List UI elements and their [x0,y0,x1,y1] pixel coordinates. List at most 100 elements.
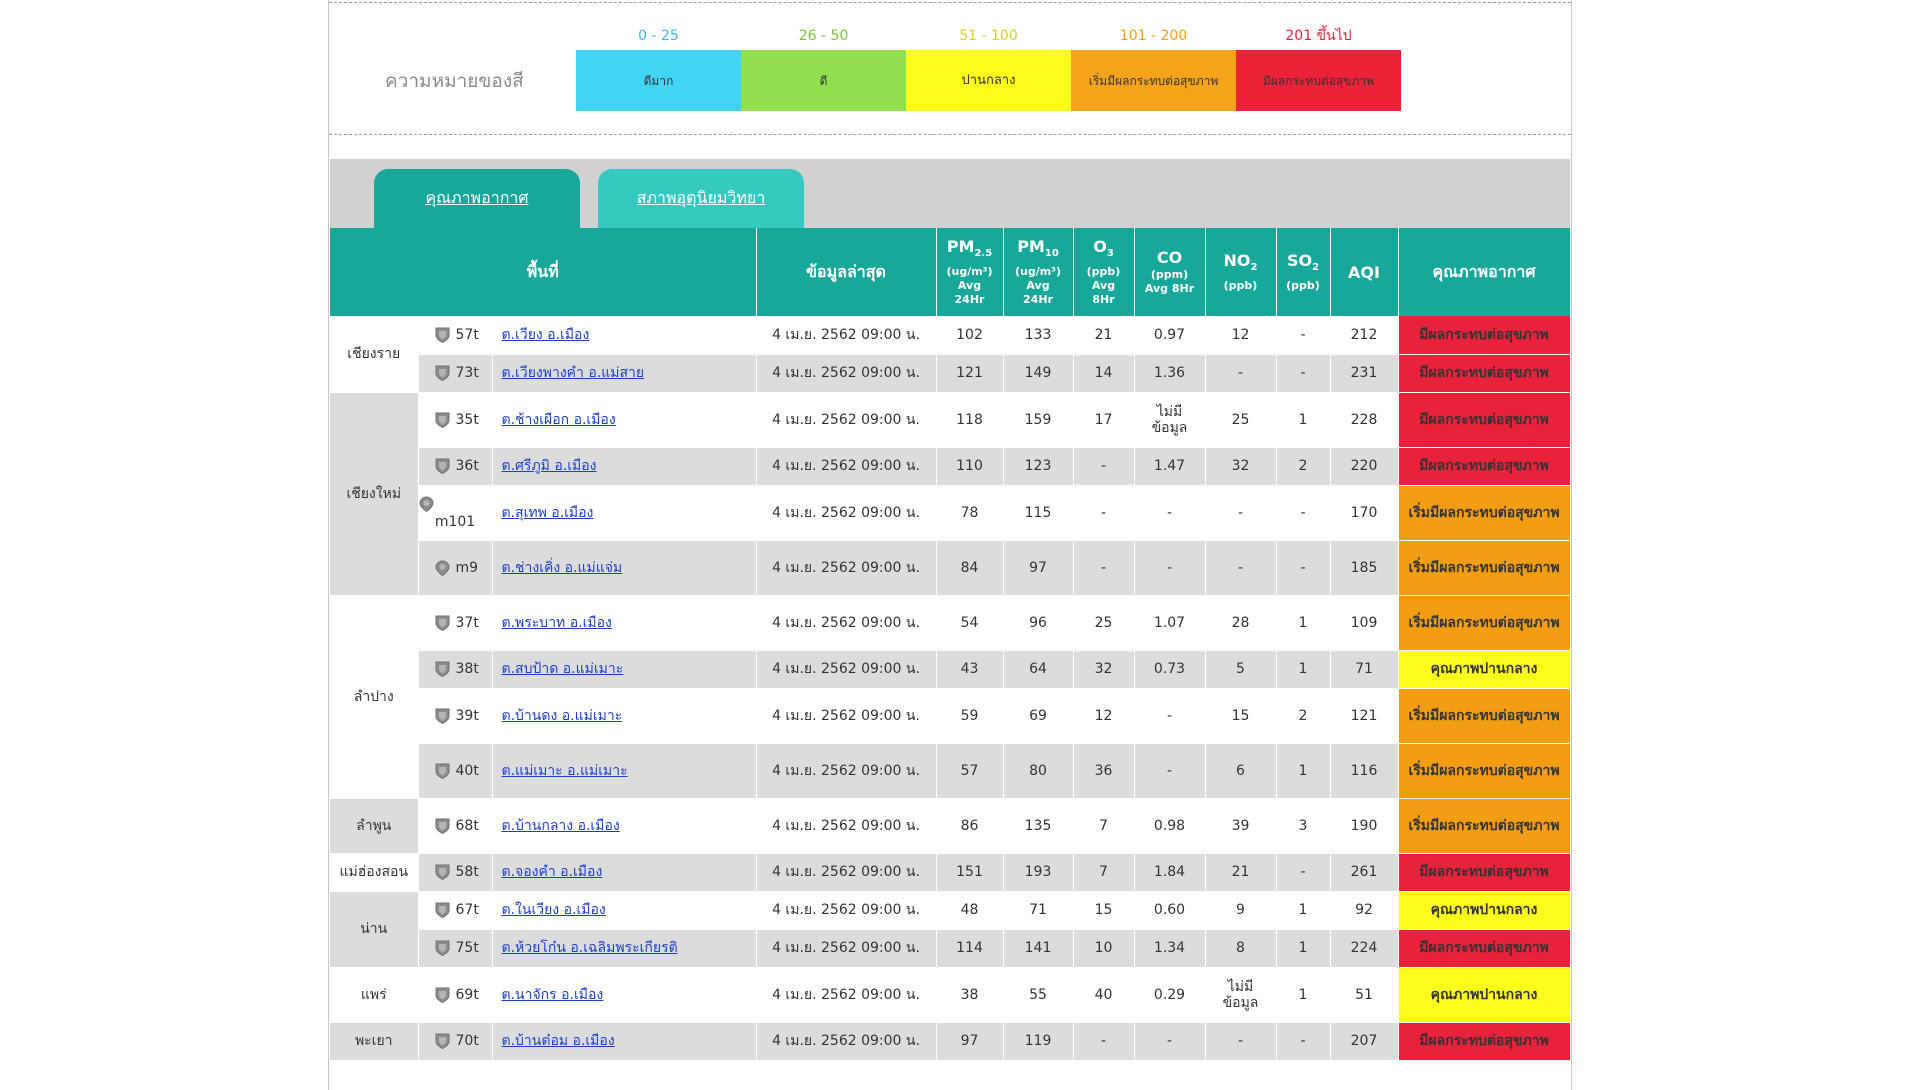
cell-co: 0.60 [1134,891,1206,930]
station-code: 40t [418,743,493,799]
cell-co: 1.84 [1134,853,1206,892]
cell-time: 4 เม.ย. 2562 09:00 น. [756,853,937,892]
quality-status: มีผลกระทบต่อสุขภาพ [1398,1022,1571,1061]
tab-air-quality[interactable]: คุณภาพอากาศ [374,169,580,228]
station-cell: ต.บ้านต๋อม อ.เมือง [492,1022,757,1061]
cell-no2: 32 [1205,447,1277,486]
station-code: 70t [418,1022,493,1061]
cell-so2: - [1276,485,1331,541]
legend-range: 101 - 200 [1119,28,1188,44]
cell-pm25: 54 [936,595,1004,651]
cell-time: 4 เม.ย. 2562 09:00 น. [756,929,937,968]
cell-co: - [1134,743,1206,799]
cell-so2: - [1276,316,1331,355]
cell-pm10: 149 [1003,354,1074,393]
cell-no2: 21 [1205,853,1277,892]
cell-pm25: 59 [936,688,1004,744]
station-pin-icon [435,412,450,428]
cell-co: - [1134,1022,1206,1061]
cell-so2: 1 [1276,891,1331,930]
cell-pm25: 86 [936,798,1004,854]
province-cell: น่าน [330,891,419,968]
cell-time: 4 เม.ย. 2562 09:00 น. [756,798,937,854]
station-link[interactable]: ต.ห้วยโก๋น อ.เฉลิมพระเกียรติ [502,940,678,956]
station-link[interactable]: ต.นาจักร อ.เมือง [502,987,604,1003]
header-area: พื้นที่ [330,228,757,316]
station-pin-icon [435,365,450,381]
station-code: 67t [418,891,493,930]
station-code: 57t [418,316,493,355]
cell-aqi: 71 [1330,650,1399,689]
cell-time: 4 เม.ย. 2562 09:00 น. [756,485,937,541]
cell-pm25: 38 [936,967,1004,1023]
cell-time: 4 เม.ย. 2562 09:00 น. [756,967,937,1023]
air-quality-table: พื้นที่ ข้อมูลล่าสุด PM2.5 (ug/m³) Avg 2… [330,228,1571,1061]
cell-so2: 1 [1276,929,1331,968]
cell-aqi: 207 [1330,1022,1399,1061]
cell-pm25: 102 [936,316,1004,355]
table-row: น่าน 67t ต.ในเวียง อ.เมือง 4 เม.ย. 2562 09:… [330,891,1571,968]
station-pin-icon [435,763,450,779]
station-cell: ต.สุเทพ อ.เมือง [492,485,757,541]
station-cell: ต.เวียงพางคำ อ.แม่สาย [492,354,757,393]
station-link[interactable]: ต.สุเทพ อ.เมือง [502,505,594,521]
quality-status: มีผลกระทบต่อสุขภาพ [1398,929,1571,968]
cell-pm10: 80 [1003,743,1074,799]
station-link[interactable]: ต.เวียง อ.เมือง [502,327,590,343]
station-link[interactable]: ต.ศรีภูมิ อ.เมือง [502,458,597,474]
station-link[interactable]: ต.บ้านดง อ.แม่เมาะ [502,708,623,724]
station-link[interactable]: ต.ช่างเคิ่ง อ.แม่แจ่ม [502,560,623,576]
cell-so2: 1 [1276,743,1331,799]
table-row: 73t ต.เวียงพางคำ อ.แม่สาย 4 เม.ย. 2562 09:… [330,354,1571,393]
station-code: m9 [418,540,493,596]
station-link[interactable]: ต.พระบาท อ.เมือง [502,615,612,631]
cell-pm10: 123 [1003,447,1074,486]
table-row: 40t ต.แม่เมาะ อ.แม่เมาะ 4 เม.ย. 2562 09:00… [330,743,1571,799]
cell-aqi: 212 [1330,316,1399,355]
station-link[interactable]: ต.บ้านกลาง อ.เมือง [502,818,620,834]
cell-pm25: 57 [936,743,1004,799]
cell-o3: - [1073,1022,1135,1061]
page-frame: ความหมายของสี 0 - 25 ดีมาก 26 - 50 ดี 51… [328,0,1572,1090]
table-row: เชียงราย 57t ต.เวียง อ.เมือง 4 เม.ย. 2562 0… [330,316,1571,393]
legend-item: 201 ขึ้นไป มีผลกระทบต่อสุขภาพ [1236,24,1401,111]
cell-no2: ไม่มี ข้อมูล [1205,967,1277,1023]
cell-pm10: 96 [1003,595,1074,651]
table-header-row: พื้นที่ ข้อมูลล่าสุด PM2.5 (ug/m³) Avg 2… [330,228,1571,316]
station-link[interactable]: ต.เวียงพางคำ อ.แม่สาย [502,365,645,381]
cell-aqi: 228 [1330,392,1399,448]
station-cell: ต.ศรีภูมิ อ.เมือง [492,447,757,486]
station-link[interactable]: ต.บ้านต๋อม อ.เมือง [502,1033,615,1049]
tab-meteorology[interactable]: สภาพอุตุนิยมวิทยา [598,169,804,228]
quality-status: มีผลกระทบต่อสุขภาพ [1398,447,1571,486]
header-latest: ข้อมูลล่าสุด [756,228,937,316]
cell-aqi: 185 [1330,540,1399,596]
header-co: CO (ppm) Avg 8Hr [1134,228,1206,316]
cell-no2: 25 [1205,392,1277,448]
cell-pm25: 97 [936,1022,1004,1061]
cell-time: 4 เม.ย. 2562 09:00 น. [756,316,937,355]
cell-o3: 36 [1073,743,1135,799]
quality-status: เริ่มมีผลกระทบต่อสุขภาพ [1398,595,1571,651]
station-link[interactable]: ต.ในเวียง อ.เมือง [502,902,606,918]
station-link[interactable]: ต.สบป้าด อ.แม่เมาะ [502,661,624,677]
cell-pm10: 71 [1003,891,1074,930]
cell-no2: - [1205,1022,1277,1061]
station-pin-icon [418,495,492,512]
table-row: m9 ต.ช่างเคิ่ง อ.แม่แจ่ม 4 เม.ย. 2562 09:0… [330,540,1571,596]
station-pin-icon [435,458,450,474]
cell-so2: 2 [1276,688,1331,744]
cell-o3: 12 [1073,688,1135,744]
station-cell: ต.จองคำ อ.เมือง [492,853,757,892]
header-pm10: PM10 (ug/m³) Avg 24Hr [1003,228,1074,316]
station-link[interactable]: ต.จองคำ อ.เมือง [502,864,603,880]
cell-time: 4 เม.ย. 2562 09:00 น. [756,447,937,486]
cell-pm25: 78 [936,485,1004,541]
cell-aqi: 109 [1330,595,1399,651]
province-cell: ลำพูน [330,798,419,854]
station-link[interactable]: ต.แม่เมาะ อ.แม่เมาะ [502,763,628,779]
station-link[interactable]: ต.ช้างเผือก อ.เมือง [502,412,616,428]
cell-so2: 1 [1276,392,1331,448]
cell-o3: 15 [1073,891,1135,930]
cell-no2: - [1205,354,1277,393]
